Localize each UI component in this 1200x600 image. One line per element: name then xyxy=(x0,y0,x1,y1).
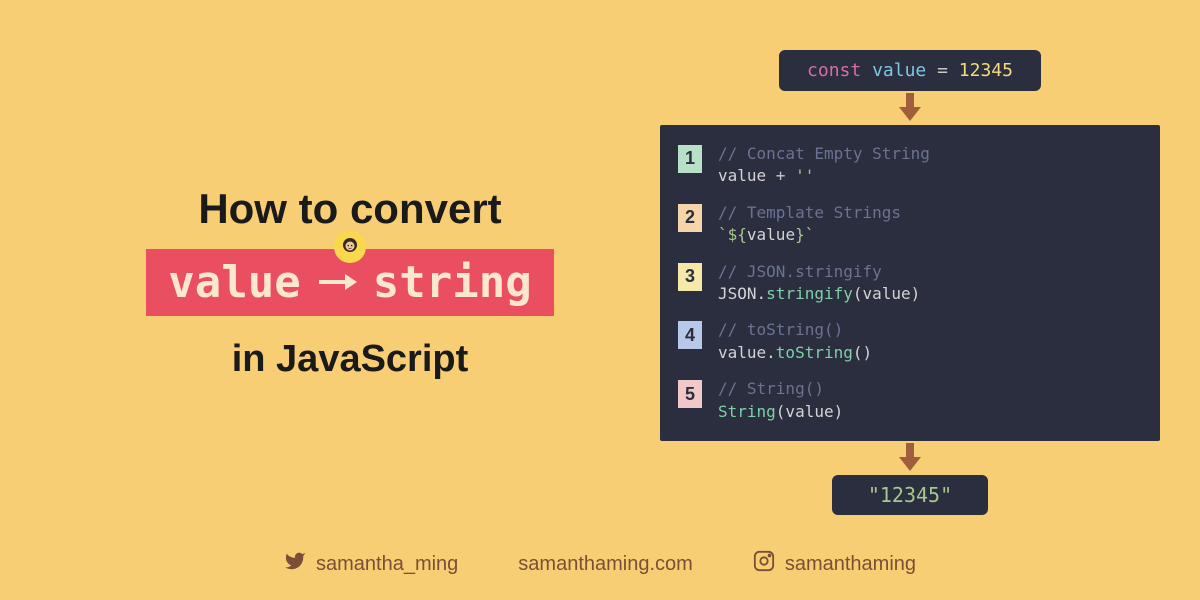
title-line-1: How to convert xyxy=(198,185,501,233)
twitter-handle: samantha_ming xyxy=(316,553,458,576)
website-url: samanthaming.com xyxy=(518,553,693,576)
instagram-icon xyxy=(753,550,775,578)
code-comment: // JSON.stringify xyxy=(718,261,920,283)
instagram-link[interactable]: samanthaming xyxy=(753,550,916,578)
method-number-badge: 1 xyxy=(678,145,702,173)
social-links: samantha_ming samanthaming.com samantham… xyxy=(0,550,1200,578)
method-code: // String() String(value) xyxy=(718,378,843,423)
method-code: // JSON.stringify JSON.stringify(value) xyxy=(718,261,920,306)
code-expression: String(value) xyxy=(718,401,843,423)
code-comment: // String() xyxy=(718,378,843,400)
method-item: 4 // toString() value.toString() xyxy=(678,319,1136,364)
code-comment: // Concat Empty String xyxy=(718,143,930,165)
avatar-icon xyxy=(334,231,366,263)
method-code: // toString() value.toString() xyxy=(718,319,872,364)
twitter-icon xyxy=(284,550,306,578)
code-comment: // Template Strings xyxy=(718,202,901,224)
conversion-badge: value string xyxy=(146,249,553,316)
title-line-2: in JavaScript xyxy=(232,338,469,381)
method-number-badge: 2 xyxy=(678,204,702,232)
code-expression: value + '' xyxy=(718,165,930,187)
method-item: 1 // Concat Empty String value + '' xyxy=(678,143,1136,188)
method-item: 2 // Template Strings `${value}` xyxy=(678,202,1136,247)
method-item: 5 // String() String(value) xyxy=(678,378,1136,423)
convert-to: string xyxy=(373,257,532,308)
code-comment: // toString() xyxy=(718,319,872,341)
twitter-link[interactable]: samantha_ming xyxy=(284,550,458,578)
title-panel: How to convert value string xyxy=(30,40,610,525)
method-code: // Template Strings `${value}` xyxy=(718,202,901,247)
arrow-down-icon xyxy=(895,443,925,473)
number-literal: 12345 xyxy=(959,60,1013,81)
arrow-down-icon xyxy=(895,93,925,123)
variable-name: value xyxy=(872,60,926,81)
method-code: // Concat Empty String value + '' xyxy=(718,143,930,188)
arrow-right-icon xyxy=(317,270,357,294)
instagram-handle: samanthaming xyxy=(785,553,916,576)
website-link[interactable]: samanthaming.com xyxy=(518,553,693,576)
method-number-badge: 3 xyxy=(678,263,702,291)
convert-from: value xyxy=(168,257,300,308)
output-result: "12345" xyxy=(832,475,988,515)
code-expression: JSON.stringify(value) xyxy=(718,283,920,305)
method-number-badge: 5 xyxy=(678,380,702,408)
keyword-const: const xyxy=(807,60,861,81)
code-methods-block: 1 // Concat Empty String value + '' 2 //… xyxy=(660,125,1160,441)
equals-operator: = xyxy=(937,60,948,81)
code-expression: `${value}` xyxy=(718,224,901,246)
method-item: 3 // JSON.stringify JSON.stringify(value… xyxy=(678,261,1136,306)
code-expression: value.toString() xyxy=(718,342,872,364)
method-number-badge: 4 xyxy=(678,321,702,349)
code-panel: const value = 12345 1 // Concat Empty St… xyxy=(650,40,1170,525)
code-declaration: const value = 12345 xyxy=(779,50,1041,91)
